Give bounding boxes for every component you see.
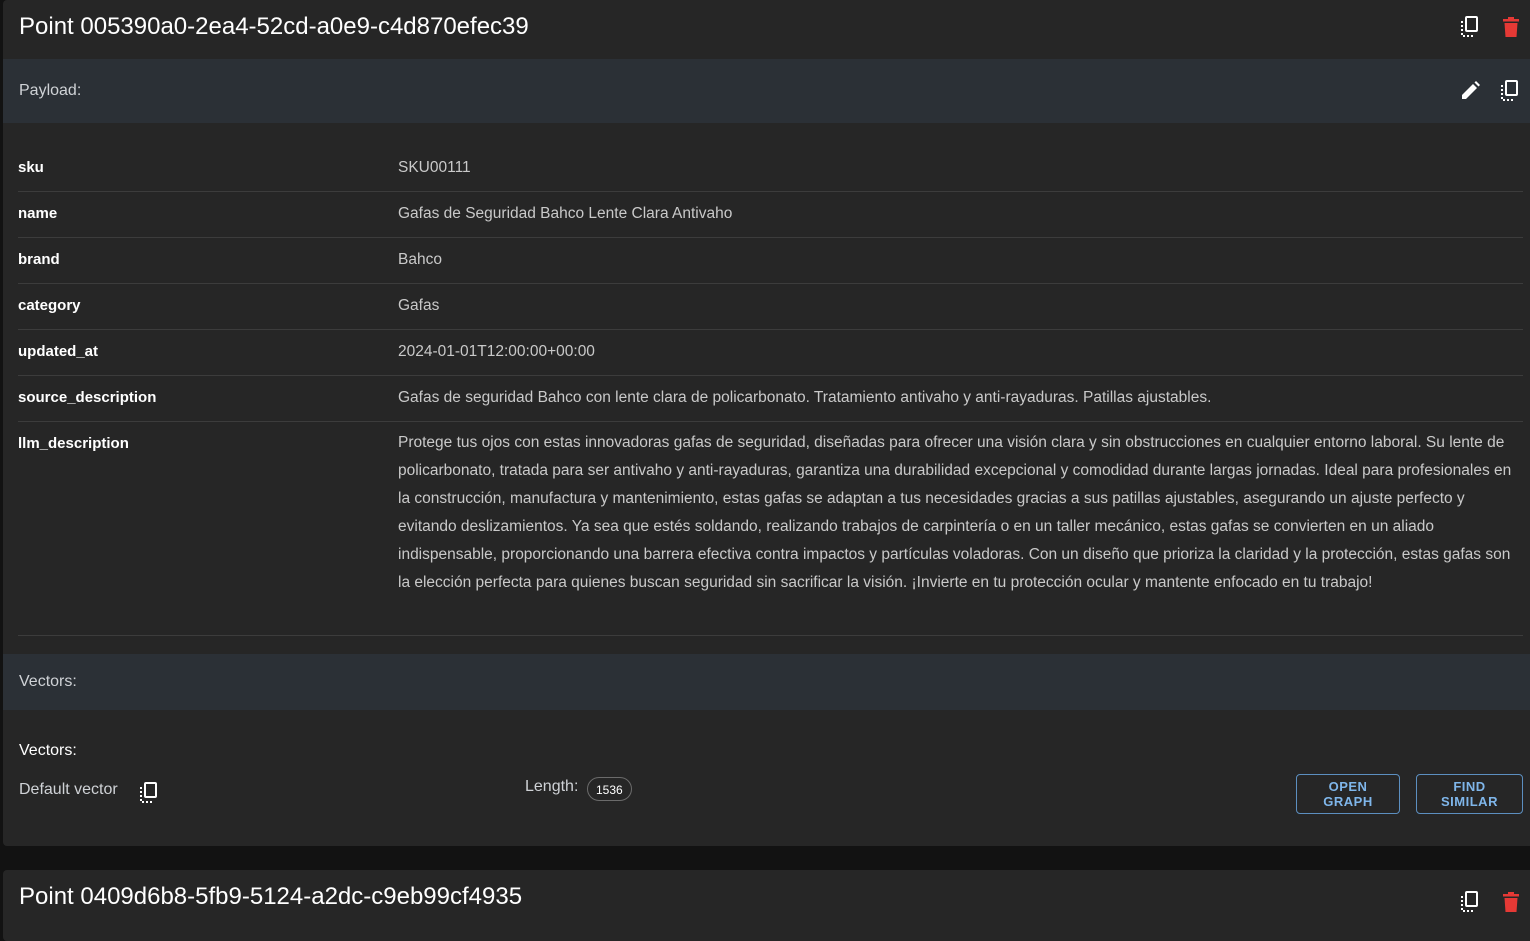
copy-icon bbox=[140, 782, 157, 803]
payload-row: sku SKU00111 bbox=[18, 146, 1523, 192]
point-title: Point 0409d6b8-5fb9-5124-a2dc-c9eb99cf49… bbox=[19, 883, 523, 910]
delete-icon bbox=[1503, 17, 1519, 37]
payload-label: Payload: bbox=[19, 82, 82, 99]
payload-section-bar: Payload: bbox=[3, 59, 1530, 123]
payload-key: updated_at bbox=[18, 343, 99, 360]
edit-payload-button[interactable] bbox=[1456, 77, 1484, 105]
payload-row: name Gafas de Seguridad Bahco Lente Clar… bbox=[18, 192, 1523, 238]
payload-row: updated_at 2024-01-01T12:00:00+00:00 bbox=[18, 330, 1523, 376]
point-card-header: Point 0409d6b8-5fb9-5124-a2dc-c9eb99cf49… bbox=[3, 870, 1530, 926]
payload-table: sku SKU00111 name Gafas de Seguridad Bah… bbox=[18, 146, 1523, 636]
payload-row: llm_description Protege tus ojos con est… bbox=[18, 422, 1523, 636]
point-card-header: Point 005390a0-2ea4-52cd-a0e9-c4d870efec… bbox=[3, 0, 1530, 56]
payload-value: Bahco bbox=[398, 251, 442, 268]
payload-key: brand bbox=[18, 251, 60, 268]
copy-vector-button[interactable] bbox=[135, 779, 163, 807]
payload-key: source_description bbox=[18, 389, 157, 406]
delete-point-button[interactable] bbox=[1497, 888, 1525, 916]
payload-key: category bbox=[18, 297, 81, 314]
payload-row: category Gafas bbox=[18, 284, 1523, 330]
copy-icon bbox=[1461, 16, 1478, 37]
open-graph-button[interactable]: OPEN GRAPH bbox=[1296, 774, 1400, 814]
copy-icon bbox=[1501, 80, 1518, 101]
payload-key: llm_description bbox=[18, 435, 129, 452]
copy-icon bbox=[1461, 891, 1478, 912]
payload-row: brand Bahco bbox=[18, 238, 1523, 284]
point-card: Point 005390a0-2ea4-52cd-a0e9-c4d870efec… bbox=[3, 0, 1530, 846]
vectors-section-bar: Vectors: bbox=[3, 654, 1530, 710]
payload-row: source_description Gafas de seguridad Ba… bbox=[18, 376, 1523, 422]
delete-point-button[interactable] bbox=[1497, 13, 1525, 41]
vectors-section-label: Vectors: bbox=[19, 673, 77, 690]
payload-value: Gafas de Seguridad Bahco Lente Clara Ant… bbox=[398, 205, 733, 222]
copy-payload-button[interactable] bbox=[1496, 77, 1524, 105]
find-similar-button[interactable]: FIND SIMILAR bbox=[1416, 774, 1523, 814]
point-card: Point 0409d6b8-5fb9-5124-a2dc-c9eb99cf49… bbox=[3, 870, 1530, 941]
edit-icon bbox=[1462, 81, 1480, 99]
payload-key: sku bbox=[18, 159, 44, 176]
vector-length-chip: 1536 bbox=[587, 777, 632, 801]
copy-point-button[interactable] bbox=[1456, 888, 1484, 916]
vector-length-label: Length: bbox=[525, 778, 579, 795]
point-title: Point 005390a0-2ea4-52cd-a0e9-c4d870efec… bbox=[19, 13, 529, 40]
copy-point-button[interactable] bbox=[1456, 13, 1484, 41]
vectors-title: Vectors: bbox=[19, 742, 77, 759]
payload-value: Gafas bbox=[398, 297, 440, 314]
payload-value: Protege tus ojos con estas innovadoras g… bbox=[398, 434, 1512, 591]
payload-value: SKU00111 bbox=[398, 159, 471, 176]
payload-value: 2024-01-01T12:00:00+00:00 bbox=[398, 343, 595, 360]
vector-name: Default vector bbox=[19, 781, 118, 798]
payload-value: Gafas de seguridad Bahco con lente clara… bbox=[398, 389, 1212, 406]
payload-key: name bbox=[18, 205, 58, 222]
delete-icon bbox=[1503, 892, 1519, 912]
